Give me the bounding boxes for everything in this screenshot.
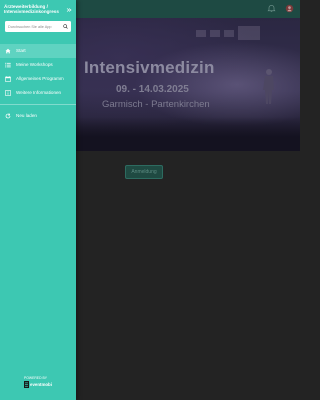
- search-input[interactable]: [8, 21, 60, 32]
- refresh-icon: [5, 113, 11, 119]
- hero-title: Intensivmedizin: [84, 58, 215, 77]
- register-button[interactable]: Anmeldung: [125, 165, 163, 179]
- hero-dates: 09. - 14.03.2025: [116, 84, 189, 95]
- nav-item-label: Start: [16, 48, 26, 53]
- search-icon[interactable]: [63, 24, 68, 29]
- search-box[interactable]: [5, 21, 71, 32]
- navigation-drawer: Ärzteweiterbildung / Intensivmedizinkong…: [0, 0, 76, 400]
- brand-name: eventmobi: [30, 382, 52, 387]
- nav-item-start[interactable]: Start: [0, 44, 76, 58]
- nav-item-allgemeines-programm[interactable]: Allgemeines Programm: [0, 72, 76, 86]
- nav-item-neu-laden[interactable]: Neu laden: [0, 109, 76, 123]
- powered-by-label: POWERED BY: [24, 376, 47, 380]
- home-icon: [5, 48, 11, 54]
- app-title: Ärzteweiterbildung / Intensivmedizinkong…: [4, 4, 59, 15]
- collapse-icon[interactable]: [66, 7, 72, 13]
- info-icon: [5, 90, 11, 96]
- nav-item-label: Meine Workshops: [16, 62, 53, 67]
- speaker-silhouette: [263, 69, 274, 104]
- nav-divider: [0, 104, 76, 105]
- nav-item-label: Allgemeines Programm: [16, 76, 64, 81]
- eventmobi-logo-icon: [24, 381, 29, 388]
- hero-banner: Intensivmedizin 09. - 14.03.2025 Garmisc…: [76, 18, 300, 151]
- nav-item-meine-workshops[interactable]: Meine Workshops: [0, 58, 76, 72]
- audience-silhouette: [76, 117, 300, 151]
- hero-location: Garmisch - Partenkirchen: [102, 99, 210, 110]
- nav-item-weitere-informationen[interactable]: Weitere Informationen: [0, 86, 76, 100]
- brand-row: eventmobi: [24, 381, 64, 388]
- list-icon: [5, 62, 11, 68]
- nav-item-label: Neu laden: [16, 113, 37, 118]
- top-bar: [76, 0, 300, 18]
- bell-icon[interactable]: [267, 4, 276, 13]
- profile-icon[interactable]: [285, 4, 294, 13]
- drawer-header: Ärzteweiterbildung / Intensivmedizinkong…: [4, 4, 72, 18]
- nav-item-label: Weitere Informationen: [16, 90, 62, 95]
- powered-by: POWERED BY eventmobi: [24, 376, 64, 388]
- calendar-icon: [5, 76, 11, 82]
- drawer-nav: Start Meine Workshops Allgemeines Progra…: [0, 44, 76, 123]
